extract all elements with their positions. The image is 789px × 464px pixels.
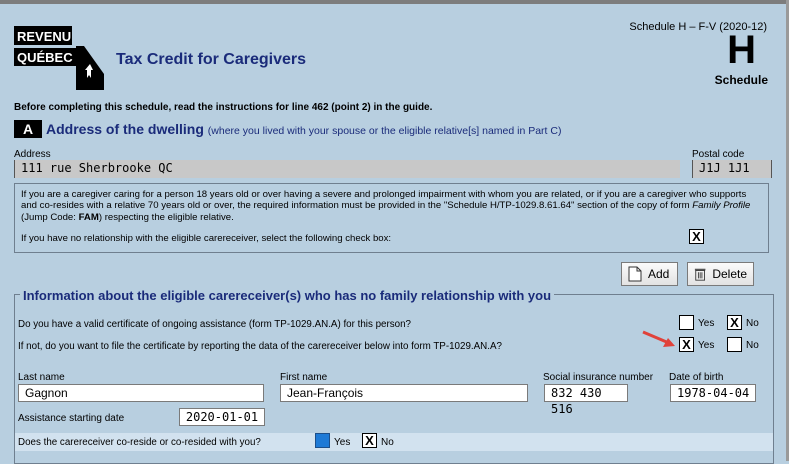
info-text-italic: Family Profile xyxy=(692,200,751,212)
sin-label: Social insurance number xyxy=(543,372,654,383)
address-field[interactable]: 111 rue Sherbrooke QC xyxy=(14,160,680,178)
assistance-start-label: Assistance starting date xyxy=(18,413,125,424)
no-relationship-text: If you have no relationship with the eli… xyxy=(21,233,392,244)
co-reside-no-checkbox[interactable]: X xyxy=(362,433,377,448)
info-text-2: (Jump Code: xyxy=(21,211,79,223)
schedule-letter: H xyxy=(727,28,756,72)
carereceiver-section-title: Information about the eligible carerecei… xyxy=(20,288,555,303)
schedule-word: Schedule xyxy=(714,73,768,87)
last-name-label: Last name xyxy=(18,372,65,383)
file-certificate-yes-label: Yes xyxy=(698,340,715,351)
delete-button-label: Delete xyxy=(712,267,747,281)
info-text-3: ) respecting the eligible relative. xyxy=(98,211,234,223)
info-text-1: If you are a caregiver caring for a pers… xyxy=(21,189,747,212)
certificate-yes-label: Yes xyxy=(698,318,715,329)
file-certificate-question: If not, do you want to file the certific… xyxy=(18,341,502,352)
co-reside-yes-checkbox[interactable] xyxy=(315,433,330,448)
first-name-label: First name xyxy=(280,372,328,383)
first-name-field[interactable]: Jean-François xyxy=(280,384,528,402)
trash-icon xyxy=(694,268,706,281)
page-title: Tax Credit for Caregivers xyxy=(116,51,306,68)
co-reside-question: Does the carereceiver co-reside or co-re… xyxy=(18,437,261,448)
no-relationship-checkbox[interactable]: X xyxy=(689,229,704,244)
add-button[interactable]: Add xyxy=(621,262,678,286)
file-certificate-no-label: No xyxy=(746,340,759,351)
document-add-icon xyxy=(628,266,642,282)
logo-line2: QUÉBEC xyxy=(17,50,73,65)
file-certificate-yes-checkbox[interactable]: X xyxy=(679,337,694,352)
certificate-question: Do you have a valid certificate of ongoi… xyxy=(18,319,411,330)
postal-code-label: Postal code xyxy=(692,149,745,160)
info-text-bold: FAM xyxy=(78,211,99,223)
section-a-badge: A xyxy=(14,120,42,138)
date-of-birth-label: Date of birth xyxy=(669,372,724,383)
delete-button[interactable]: Delete xyxy=(687,262,754,286)
section-a-title-text: Address of the dwelling xyxy=(46,121,204,137)
assistance-start-field[interactable]: 2020-01-01 xyxy=(179,408,265,426)
last-name-field[interactable]: Gagnon xyxy=(18,384,264,402)
red-arrow-icon xyxy=(642,330,675,347)
co-reside-yes-label: Yes xyxy=(334,437,351,448)
section-a-title: Address of the dwelling (where you lived… xyxy=(46,121,561,137)
co-reside-no-label: No xyxy=(381,437,394,448)
add-button-label: Add xyxy=(648,267,670,281)
address-label: Address xyxy=(14,149,51,160)
window-top-border xyxy=(0,0,789,4)
relationship-info-box: If you are a caregiver caring for a pers… xyxy=(14,183,769,253)
date-of-birth-field[interactable]: 1978-04-04 xyxy=(670,384,756,402)
certificate-no-checkbox[interactable]: X xyxy=(727,315,742,330)
instructions-text: Before completing this schedule, read th… xyxy=(14,102,433,113)
file-certificate-no-checkbox[interactable] xyxy=(727,337,742,352)
logo-line1: REVENU xyxy=(17,29,71,44)
relationship-info-paragraph: If you are a caregiver caring for a pers… xyxy=(21,189,762,223)
certificate-yes-checkbox[interactable] xyxy=(679,315,694,330)
section-a-subtitle: (where you lived with your spouse or the… xyxy=(207,125,562,137)
sin-field[interactable]: 832 430 516 xyxy=(544,384,628,416)
postal-code-field[interactable]: J1J 1J1 xyxy=(692,160,772,178)
revenu-quebec-logo: REVENU QUÉBEC xyxy=(14,26,104,90)
certificate-no-label: No xyxy=(746,318,759,329)
